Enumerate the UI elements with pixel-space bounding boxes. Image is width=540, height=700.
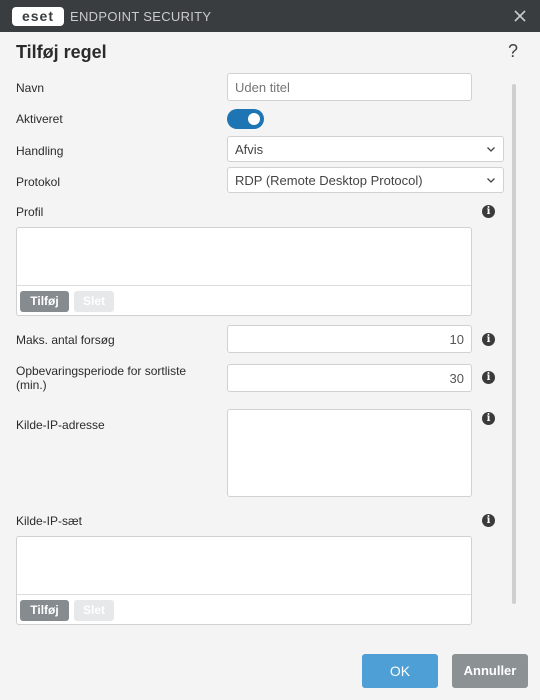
title-bar: eset ENDPOINT SECURITY (0, 0, 540, 32)
action-value: Afvis (235, 141, 264, 157)
name-label: Navn (16, 81, 45, 95)
info-icon[interactable]: i (482, 514, 495, 527)
info-icon[interactable]: i (482, 412, 495, 425)
enabled-label: Aktiveret (16, 112, 63, 126)
profile-list-toolbar: Tilføj Slet (17, 285, 471, 315)
close-icon[interactable] (510, 6, 530, 26)
source-ip-set-add-button[interactable]: Tilføj (20, 600, 69, 621)
help-icon[interactable]: ? (508, 41, 518, 62)
retention-input[interactable]: 30 (227, 364, 472, 392)
profile-label: Profil (16, 205, 44, 219)
info-icon[interactable]: i (482, 333, 495, 346)
info-icon[interactable]: i (482, 371, 495, 384)
app-name: ENDPOINT SECURITY (70, 9, 212, 24)
chevron-down-icon (487, 147, 495, 152)
enabled-toggle[interactable] (227, 109, 264, 129)
protocol-select[interactable]: RDP (Remote Desktop Protocol) (227, 167, 504, 193)
source-ip-set-delete-button[interactable]: Slet (74, 600, 114, 621)
ok-button[interactable]: OK (362, 654, 438, 688)
protocol-value: RDP (Remote Desktop Protocol) (235, 172, 423, 188)
source-ip-set-list[interactable]: Tilføj Slet (16, 536, 472, 625)
source-ip-set-toolbar: Tilføj Slet (17, 594, 471, 624)
profile-delete-button[interactable]: Slet (74, 291, 114, 312)
chevron-down-icon (487, 178, 495, 183)
cancel-button[interactable]: Annuller (452, 654, 528, 688)
action-select[interactable]: Afvis (227, 136, 504, 162)
action-label: Handling (16, 144, 64, 158)
max-attempts-label: Maks. antal forsøg (16, 333, 115, 347)
scrollbar[interactable] (512, 84, 516, 604)
eset-logo: eset (12, 7, 64, 26)
info-icon[interactable]: i (482, 205, 495, 218)
dialog-title: Tilføj regel (16, 42, 107, 62)
retention-value: 30 (449, 370, 464, 386)
source-ip-textarea[interactable] (227, 409, 472, 497)
retention-label: Opbevaringsperiode for sortliste (min.) (16, 364, 187, 392)
protocol-label: Protokol (16, 175, 61, 189)
source-ip-label: Kilde-IP-adresse (16, 418, 105, 432)
source-ip-set-label: Kilde-IP-sæt (16, 514, 83, 528)
profile-add-button[interactable]: Tilføj (20, 291, 69, 312)
max-attempts-input[interactable]: 10 (227, 325, 472, 353)
toggle-knob (248, 113, 260, 125)
max-attempts-value: 10 (449, 331, 464, 347)
name-input[interactable] (227, 73, 472, 101)
profile-list[interactable]: Tilføj Slet (16, 227, 472, 316)
